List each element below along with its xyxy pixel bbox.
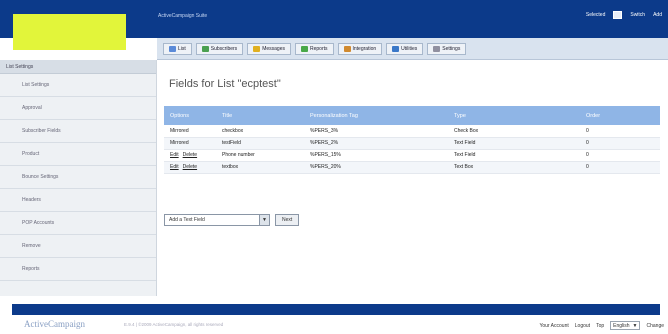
cell-tag: %PERS_3% — [304, 125, 448, 138]
tab-utilities[interactable]: Utilities — [386, 43, 424, 55]
table-header-row: Options Title Personalization Tag Type O… — [164, 106, 660, 125]
tab-label: Reports — [309, 46, 328, 52]
footer-links: Your Account Logout Top English ▼ Change — [539, 321, 664, 330]
cell-order: 0 — [580, 125, 660, 138]
sidebar-item[interactable]: Bounce Settings — [0, 166, 156, 189]
utilities-icon — [392, 46, 400, 52]
sidebar: List Settings List Settings Approval Subsc… — [0, 60, 157, 296]
main-content: Fields for List "ecptest" Options Title … — [157, 60, 668, 296]
fields-table: Options Title Personalization Tag Type O… — [164, 106, 660, 174]
sidebar-item[interactable]: Product — [0, 143, 156, 166]
language-arrow-icon: ▼ — [632, 322, 638, 329]
tab-label: List — [178, 46, 186, 52]
edit-link[interactable]: Edit — [170, 164, 179, 170]
page-title: Fields for List "ecptest" — [169, 78, 281, 90]
user-link-selected[interactable]: Selected — [586, 12, 605, 18]
footer-version: E.9.4 | ©2009 ActiveCampaign, all rights… — [124, 322, 224, 327]
column-header-order[interactable]: Order — [580, 106, 660, 125]
tab-label: Subscribers — [210, 46, 238, 52]
sidebar-items: List Settings Approval Subscriber Fields Pr… — [0, 74, 156, 281]
sidebar-item[interactable]: Reports — [0, 258, 156, 281]
cell-order: 0 — [580, 137, 660, 150]
tab-label: Integration — [352, 46, 377, 52]
cell-order: 0 — [580, 149, 660, 162]
dropdown-square-icon[interactable] — [613, 11, 623, 19]
edit-link[interactable]: Edit — [170, 152, 179, 158]
table-row: Mirrored checkbox %PERS_3% Check Box 0 — [164, 125, 660, 138]
footer-link-account[interactable]: Your Account — [539, 323, 568, 329]
sidebar-item[interactable]: Headers — [0, 189, 156, 212]
cell-tag: %PERS_2% — [304, 137, 448, 150]
footer-brand: ActiveCampaign — [24, 319, 85, 329]
footer-bar — [12, 304, 660, 315]
column-header-options[interactable]: Options — [164, 106, 216, 125]
cell-title: Phone number — [216, 149, 304, 162]
options-text: Mirrored — [170, 140, 189, 146]
sidebar-item[interactable]: List Settings — [0, 74, 156, 97]
messages-icon — [253, 46, 261, 52]
logo-placeholder — [13, 14, 126, 50]
tab-settings[interactable]: Settings — [427, 43, 467, 55]
sidebar-item[interactable]: Remove — [0, 235, 156, 258]
delete-link[interactable]: Delete — [183, 164, 197, 170]
cell-options: Mirrored — [164, 137, 216, 150]
column-header-type[interactable]: Type — [448, 106, 580, 125]
tab-list[interactable]: List — [163, 43, 192, 55]
cell-type: Check Box — [448, 125, 580, 138]
cell-tag: %PERS_15% — [304, 149, 448, 162]
cell-type: Text Field — [448, 149, 580, 162]
change-language-button[interactable]: Change — [646, 323, 664, 329]
cell-title: testField — [216, 137, 304, 150]
options-text: Mirrored — [170, 127, 189, 134]
sidebar-header: List Settings — [0, 60, 156, 74]
subscribers-icon — [201, 46, 209, 52]
footer: ActiveCampaign E.9.4 | ©2009 ActiveCampa… — [0, 315, 668, 334]
cell-order: 0 — [580, 161, 660, 174]
language-select-value: English — [613, 322, 630, 329]
tab-label: Settings — [442, 46, 461, 52]
table-row: Edit Delete Phone number %PERS_15% Text Fiel… — [164, 149, 660, 162]
main-tabs: List Subscribers Messages Reports Integratio… — [163, 43, 467, 55]
tab-integration[interactable]: Integration — [337, 43, 383, 55]
footer-link-logout[interactable]: Logout — [575, 323, 590, 329]
header-brand-text: ActiveCampaign Suite — [158, 13, 208, 19]
settings-icon — [433, 46, 441, 52]
tab-messages[interactable]: Messages — [247, 43, 291, 55]
footer-link-top[interactable]: Top — [596, 323, 604, 329]
cell-title: checkbox — [216, 125, 304, 138]
sidebar-item[interactable]: Subscriber Fields — [0, 120, 156, 143]
field-type-select-value: Add a Text Field — [169, 217, 205, 223]
language-select[interactable]: English ▼ — [610, 321, 641, 330]
user-links: Selected Switch Add — [586, 11, 662, 19]
cell-options: Edit Delete — [164, 149, 216, 162]
add-field-row: Add a Text Field ▼ Next — [164, 214, 300, 226]
cell-type: Text Box — [448, 161, 580, 174]
cell-tag: %PERS_20% — [304, 161, 448, 174]
next-button[interactable]: Next — [275, 214, 300, 226]
tab-subscribers[interactable]: Subscribers — [195, 43, 244, 55]
field-type-select[interactable]: Add a Text Field ▼ — [164, 214, 270, 226]
integration-icon — [343, 46, 351, 52]
delete-link[interactable]: Delete — [183, 152, 197, 158]
sidebar-item[interactable]: POP Accounts — [0, 212, 156, 235]
table-row: Edit Delete textbox %PERS_20% Text Box 0 — [164, 161, 660, 174]
list-icon — [169, 46, 176, 52]
tabs-bar: List Subscribers Messages Reports Integratio… — [157, 38, 668, 60]
user-link-switch[interactable]: Switch — [630, 12, 645, 18]
tab-label: Messages — [262, 46, 285, 52]
column-header-tag[interactable]: Personalization Tag — [304, 106, 448, 125]
column-header-title[interactable]: Title — [216, 106, 304, 125]
select-arrow-icon[interactable]: ▼ — [259, 215, 269, 225]
cell-options: Mirrored — [164, 125, 216, 138]
cell-type: Text Field — [448, 137, 580, 150]
tab-label: Utilities — [401, 46, 418, 52]
tab-reports[interactable]: Reports — [294, 43, 334, 55]
user-link-add[interactable]: Add — [653, 12, 662, 18]
sidebar-item[interactable]: Approval — [0, 97, 156, 120]
cell-title: textbox — [216, 161, 304, 174]
cell-options: Edit Delete — [164, 161, 216, 174]
reports-icon — [300, 46, 308, 52]
table-row: Mirrored testField %PERS_2% Text Field 0 — [164, 137, 660, 150]
